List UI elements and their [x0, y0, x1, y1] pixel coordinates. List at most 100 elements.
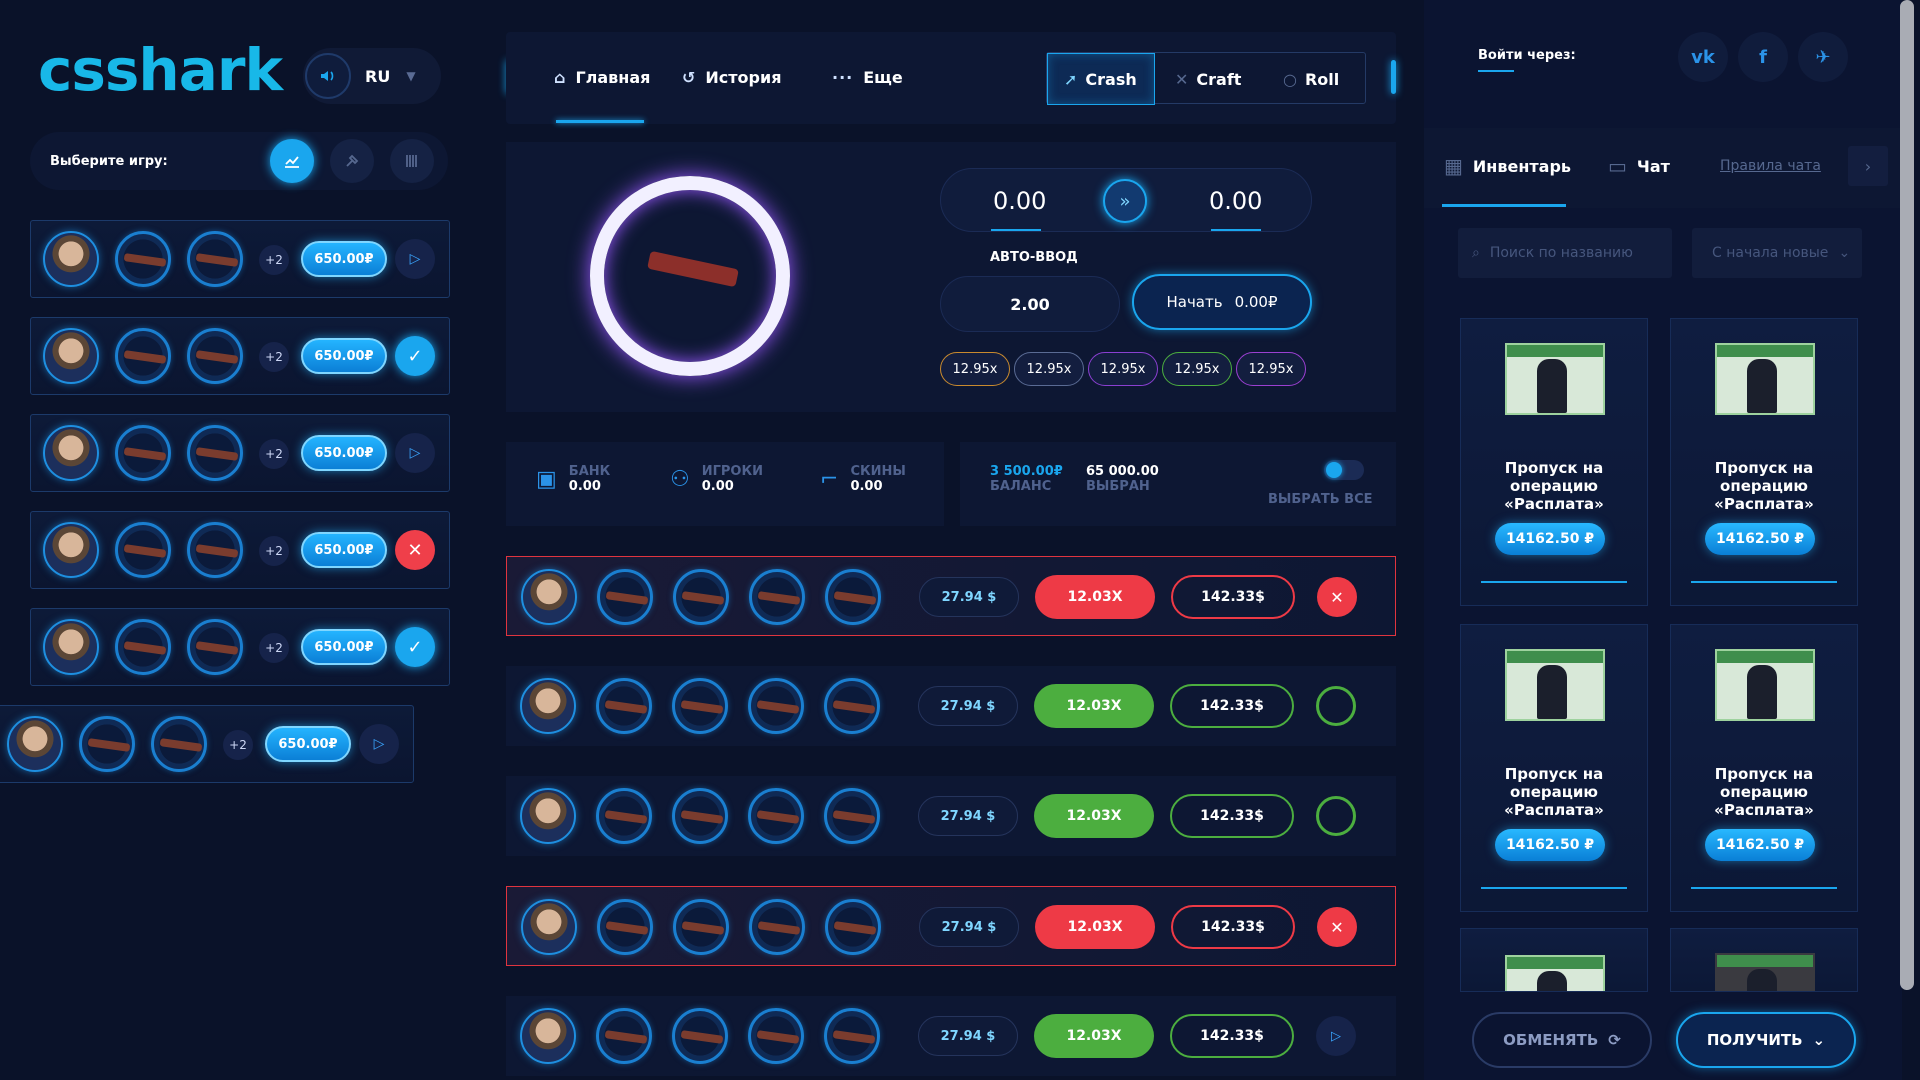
search-input[interactable]: ⌕ Поиск по названию: [1458, 228, 1672, 278]
mode-craft[interactable]: ✕ Craft: [1159, 53, 1241, 105]
check-icon[interactable]: ✓: [395, 336, 435, 376]
mode-crash[interactable]: ➚ Crash: [1047, 53, 1155, 105]
bet-line-left: [991, 229, 1041, 231]
game-craft-button[interactable]: [330, 139, 374, 183]
close-icon[interactable]: ✕: [395, 530, 435, 570]
avatar: [43, 425, 99, 481]
select-all-toggle[interactable]: [1324, 460, 1364, 480]
card-price[interactable]: 14162.50 ₽: [1495, 523, 1605, 555]
stat-players: ⚇ ИГРОКИ 0.00: [670, 464, 763, 494]
card-price[interactable]: 14162.50 ₽: [1705, 829, 1815, 861]
multiplier-chip[interactable]: 12.95x: [1014, 352, 1084, 386]
card-title: Пропуск на операцию «Расплата»: [1504, 459, 1604, 513]
bet-input-right[interactable]: 0.00: [1209, 187, 1262, 215]
multiplier-chip[interactable]: 12.95x: [1236, 352, 1306, 386]
game-row[interactable]: 27.94 $ 12.03X 142.33$ ✕: [506, 556, 1396, 636]
nav-more[interactable]: ··· Еще: [832, 68, 903, 87]
weapon-slot: [115, 231, 171, 287]
lobby-row[interactable]: +2 650.00₽ ▷: [0, 705, 414, 783]
bank-value: 0.00: [568, 479, 601, 494]
play-icon[interactable]: ▷: [395, 239, 435, 279]
multiplier-chip[interactable]: 12.95x: [940, 352, 1010, 386]
nav-history[interactable]: ↺ История: [682, 68, 781, 87]
bet-amount-pill: 650.00₽: [301, 435, 387, 471]
weapon-slot: [79, 716, 135, 772]
lobby-row[interactable]: +2 650.00₽ ▷: [30, 414, 450, 492]
game-roll-button[interactable]: [390, 139, 434, 183]
page-scrollbar[interactable]: [1900, 0, 1914, 990]
search-icon: ⌕: [1472, 245, 1480, 261]
multiplier-chip[interactable]: 12.95x: [1088, 352, 1158, 386]
inventory-card[interactable]: Пропуск на операцию «Расплата» 14162.50 ₽: [1670, 624, 1858, 912]
get-button[interactable]: ПОЛУЧИТЬ ⌄: [1676, 1012, 1856, 1068]
game-crash-button[interactable]: [270, 139, 314, 183]
facebook-login-button[interactable]: f: [1738, 32, 1788, 82]
weapon-slot: [749, 899, 805, 955]
chat-rules-link[interactable]: Правила чата: [1720, 158, 1821, 174]
lobby-row[interactable]: +2 650.00₽ ✕: [30, 511, 450, 589]
game-row[interactable]: 27.94 $ 12.03X 142.33$ ✕: [506, 886, 1396, 966]
row-total: 142.33$: [1171, 575, 1295, 619]
inventory-card[interactable]: Пропуск на операцию «Расплата» 14162.50 ₽: [1460, 624, 1648, 912]
chevron-right-icon[interactable]: ›: [1848, 146, 1888, 186]
weapon-slot: [825, 899, 881, 955]
speaker-icon: [321, 71, 334, 81]
card-price[interactable]: 14162.50 ₽: [1705, 523, 1815, 555]
forward-arrows-icon[interactable]: »: [1103, 179, 1147, 223]
sound-toggle[interactable]: [305, 53, 351, 99]
players-label: ИГРОКИ: [701, 464, 763, 479]
row-total: 142.33$: [1170, 684, 1294, 728]
game-row[interactable]: 27.94 $ 12.03X 142.33$ ▷: [506, 996, 1396, 1076]
twitter-login-button[interactable]: ✈: [1798, 32, 1848, 82]
row-multiplier: 12.03X: [1034, 794, 1154, 838]
swap-button[interactable]: ОБМЕНЯТЬ ⟳: [1472, 1012, 1652, 1068]
language-selector[interactable]: RU ▼: [303, 48, 441, 104]
auto-cashout-input[interactable]: 2.00: [940, 276, 1120, 332]
won-weapon-icon: [1316, 796, 1356, 836]
inventory-card-partial[interactable]: [1670, 928, 1858, 992]
nav-active-underline: [556, 120, 644, 123]
bet-input-left[interactable]: 0.00: [993, 187, 1046, 215]
multiplier-chip[interactable]: 12.95x: [1162, 352, 1232, 386]
inventory-card[interactable]: Пропуск на операцию «Расплата» 14162.50 ₽: [1460, 318, 1648, 606]
play-icon[interactable]: ▷: [395, 433, 435, 473]
start-button[interactable]: Начать 0.00₽: [1132, 274, 1312, 330]
row-total: 142.33$: [1171, 905, 1295, 949]
inventory-card-partial[interactable]: [1460, 928, 1648, 992]
tab-inventory[interactable]: ▦ Инвентарь: [1444, 154, 1571, 178]
card-price[interactable]: 14162.50 ₽: [1495, 829, 1605, 861]
play-icon[interactable]: ▷: [359, 724, 399, 764]
close-icon[interactable]: ✕: [1317, 907, 1357, 947]
mode-roll[interactable]: ○ Roll: [1267, 53, 1339, 105]
weapon-slot: [673, 899, 729, 955]
balance-value: 3 500.00₽: [990, 464, 1063, 479]
brand-logo[interactable]: csshark: [38, 36, 283, 104]
weapon-slot: [825, 569, 881, 625]
card-underline: [1481, 581, 1627, 583]
lobby-row[interactable]: +2 650.00₽ ✓: [30, 317, 450, 395]
login-label: Войти через:: [1478, 48, 1576, 63]
play-icon[interactable]: ▷: [1316, 1016, 1356, 1056]
game-row[interactable]: 27.94 $ 12.03X 142.33$: [506, 776, 1396, 856]
avatar: [43, 619, 99, 675]
sort-dropdown[interactable]: С начала новые ⌄: [1692, 228, 1862, 278]
lobby-row[interactable]: +2 650.00₽ ✓: [30, 608, 450, 686]
vk-login-button[interactable]: vk: [1678, 32, 1728, 82]
top-nav: ⌂ Главная ↺ История ··· Еще ➚ Crash ✕ Cr…: [506, 32, 1396, 124]
inventory-card[interactable]: Пропуск на операцию «Расплата» 14162.50 ₽: [1670, 318, 1858, 606]
nav-home[interactable]: ⌂ Главная: [554, 68, 650, 87]
close-icon[interactable]: ✕: [1317, 577, 1357, 617]
vk-icon: vk: [1691, 46, 1715, 68]
row-multiplier: 12.03X: [1035, 905, 1155, 949]
row-usd: 27.94 $: [919, 907, 1019, 947]
tab-chat[interactable]: ▭ Чат: [1608, 154, 1670, 178]
lobby-row[interactable]: +2 650.00₽ ▷: [30, 220, 450, 298]
dots-icon: ···: [832, 68, 854, 87]
pass-image: [1505, 955, 1605, 991]
weapon-slot: [187, 522, 243, 578]
select-all-label: ВЫБРАТЬ ВСЕ: [1268, 492, 1373, 507]
chevron-double-down-icon: ⌄: [1812, 1031, 1826, 1049]
avatar: [520, 678, 576, 734]
game-row[interactable]: 27.94 $ 12.03X 142.33$: [506, 666, 1396, 746]
check-icon[interactable]: ✓: [395, 627, 435, 667]
